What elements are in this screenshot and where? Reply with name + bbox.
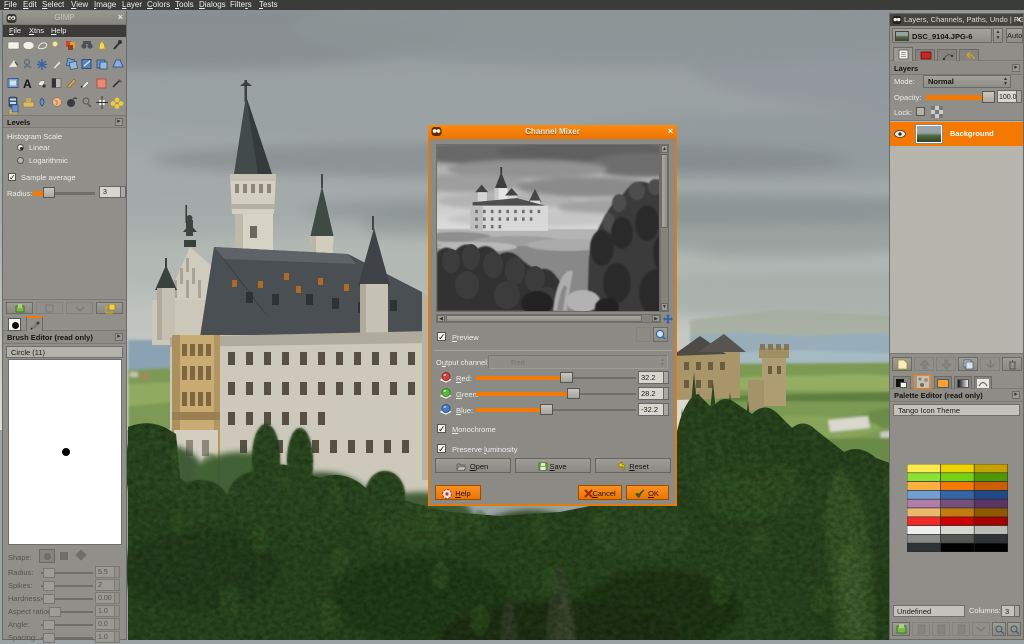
- svg-text:A: A: [23, 77, 32, 91]
